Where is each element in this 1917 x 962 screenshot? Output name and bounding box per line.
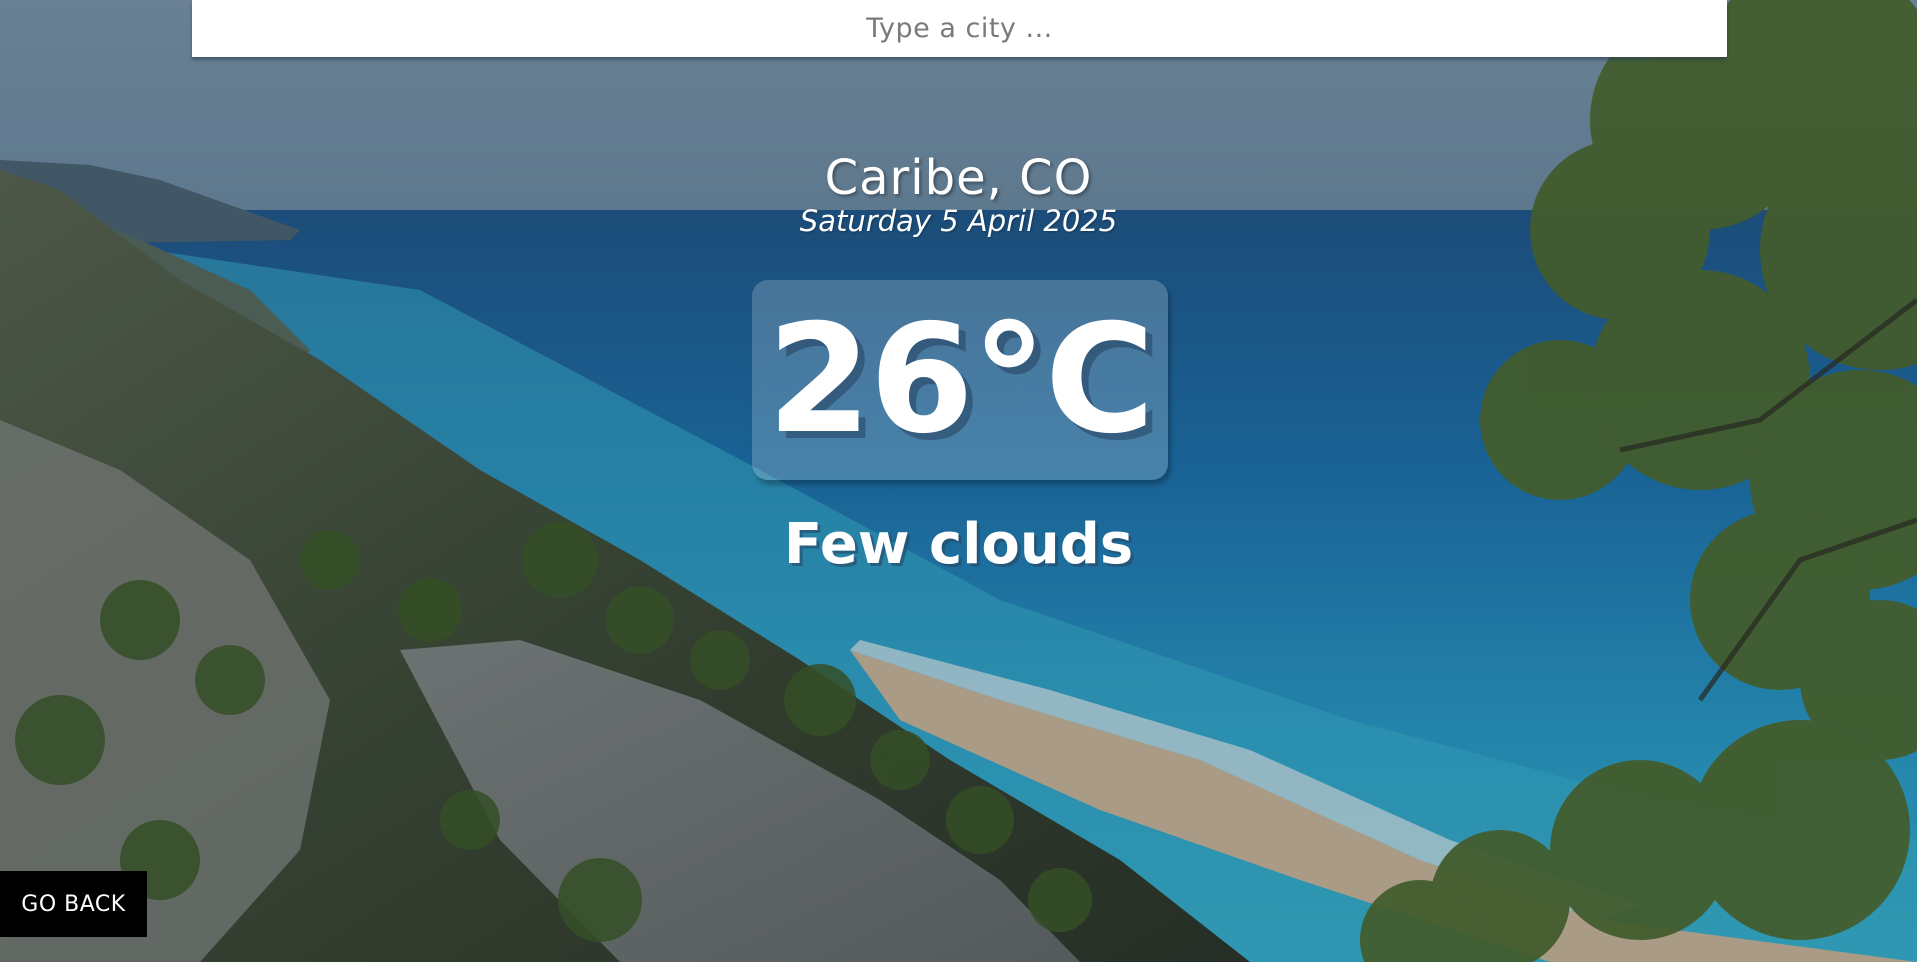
location-name: Caribe, CO bbox=[824, 150, 1093, 206]
weather-condition: Few clouds bbox=[783, 512, 1134, 577]
current-date: Saturday 5 April 2025 bbox=[799, 204, 1118, 238]
search-bar bbox=[192, 0, 1727, 58]
temperature-value: 26°C bbox=[767, 293, 1155, 467]
temperature-card: 26°C bbox=[752, 280, 1168, 480]
background-overlay bbox=[0, 0, 1917, 962]
weather-app: Caribe, CO Saturday 5 April 2025 26°C Fe… bbox=[0, 0, 1917, 962]
go-back-button[interactable]: GO BACK bbox=[0, 871, 147, 937]
city-search-input[interactable] bbox=[192, 0, 1727, 58]
